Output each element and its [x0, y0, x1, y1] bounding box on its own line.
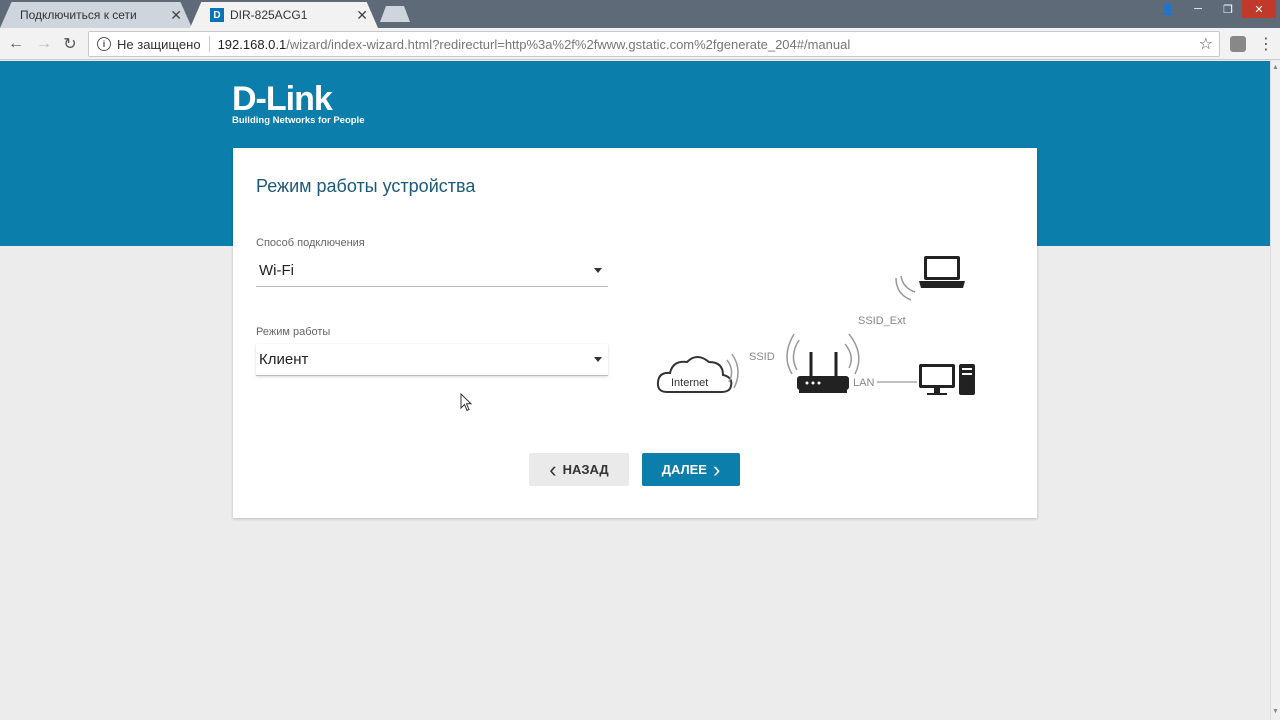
- operation-mode-value: Клиент: [259, 351, 309, 368]
- dropdown-arrow-icon: [594, 357, 602, 362]
- back-arrow-icon[interactable]: ←: [6, 34, 26, 54]
- scroll-up-icon[interactable]: ▲: [1272, 64, 1279, 71]
- back-button[interactable]: ‹ НАЗАД: [529, 453, 629, 486]
- reload-icon[interactable]: ↻: [60, 34, 80, 54]
- chevron-right-icon: ›: [712, 456, 721, 482]
- close-icon[interactable]: ✕: [356, 7, 368, 24]
- window-close-icon[interactable]: ✕: [1242, 0, 1276, 18]
- menu-icon[interactable]: ⋮: [1258, 34, 1274, 54]
- back-button-label: НАЗАД: [562, 462, 609, 477]
- internet-label: Internet: [671, 377, 708, 389]
- tab-label: Подключиться к сети: [20, 8, 137, 22]
- scroll-down-icon[interactable]: ▼: [1272, 708, 1279, 715]
- network-diagram: Internet SSID LAN SSID_Ext: [656, 256, 975, 395]
- wizard-card: Режим работы устройства Способ подключен…: [233, 148, 1037, 518]
- tab-label: DIR-825ACG1: [230, 8, 308, 22]
- url-path: /wizard/index-wizard.html?redirecturl=ht…: [286, 36, 851, 52]
- security-label: Не защищено: [117, 36, 201, 52]
- extension-icon[interactable]: [1230, 36, 1246, 52]
- tab-router[interactable]: D DIR-825ACG1 ✕: [190, 2, 378, 28]
- ssid-ext-label: SSID_Ext: [858, 315, 906, 327]
- operation-mode-select[interactable]: Клиент: [256, 344, 608, 376]
- scrollbar[interactable]: [1270, 61, 1280, 720]
- dropdown-arrow-icon: [594, 268, 602, 273]
- laptop-icon: [919, 256, 965, 288]
- next-button-label: ДАЛЕЕ: [661, 462, 707, 477]
- ssid-label: SSID: [749, 351, 775, 363]
- connection-method-value: Wi-Fi: [259, 262, 294, 279]
- bookmark-star-icon[interactable]: ☆: [1199, 34, 1213, 54]
- maximize-icon[interactable]: ❐: [1214, 0, 1242, 18]
- minimize-icon[interactable]: ─: [1184, 0, 1212, 18]
- next-button[interactable]: ДАЛЕЕ ›: [642, 453, 740, 486]
- close-icon[interactable]: ✕: [170, 7, 182, 24]
- lan-label: LAN: [853, 377, 874, 389]
- router-wifi-icon: [786, 333, 860, 375]
- browser-tab-bar: Подключиться к сети ✕ D DIR-825ACG1 ✕ 👤 …: [0, 0, 1280, 28]
- url-host: 192.168.0.1: [217, 36, 287, 52]
- desktop-computer-icon: [919, 364, 975, 395]
- logo-tagline: Building Networks for People: [232, 115, 365, 126]
- info-icon[interactable]: i: [97, 37, 111, 51]
- router-icon: [797, 352, 849, 393]
- connection-method-select[interactable]: Wi-Fi: [256, 255, 608, 287]
- operation-mode-label: Режим работы: [256, 326, 331, 338]
- mouse-cursor-icon: [460, 393, 473, 412]
- dlink-logo: D-Link Building Networks for People: [232, 82, 365, 126]
- page-title: Режим работы устройства: [256, 176, 476, 196]
- tab-connect-network[interactable]: Подключиться к сети ✕: [0, 2, 192, 28]
- logo-name: D-Link: [232, 80, 333, 118]
- internet-cloud-icon: Internet: [656, 356, 733, 393]
- divider: [208, 36, 210, 52]
- connection-method-label: Способ подключения: [256, 237, 365, 249]
- address-bar[interactable]: i Не защищено 192.168.0.1 /wizard/index-…: [88, 31, 1220, 57]
- new-tab-button[interactable]: [380, 6, 410, 22]
- forward-arrow-icon[interactable]: →: [34, 34, 54, 54]
- laptop-wifi-icon: [895, 275, 916, 301]
- browser-toolbar: ← → ↻ i Не защищено 192.168.0.1 /wizard/…: [0, 28, 1280, 60]
- dlink-favicon-icon: D: [210, 8, 224, 22]
- user-icon[interactable]: 👤: [1154, 0, 1182, 18]
- chevron-left-icon: ‹: [549, 456, 557, 482]
